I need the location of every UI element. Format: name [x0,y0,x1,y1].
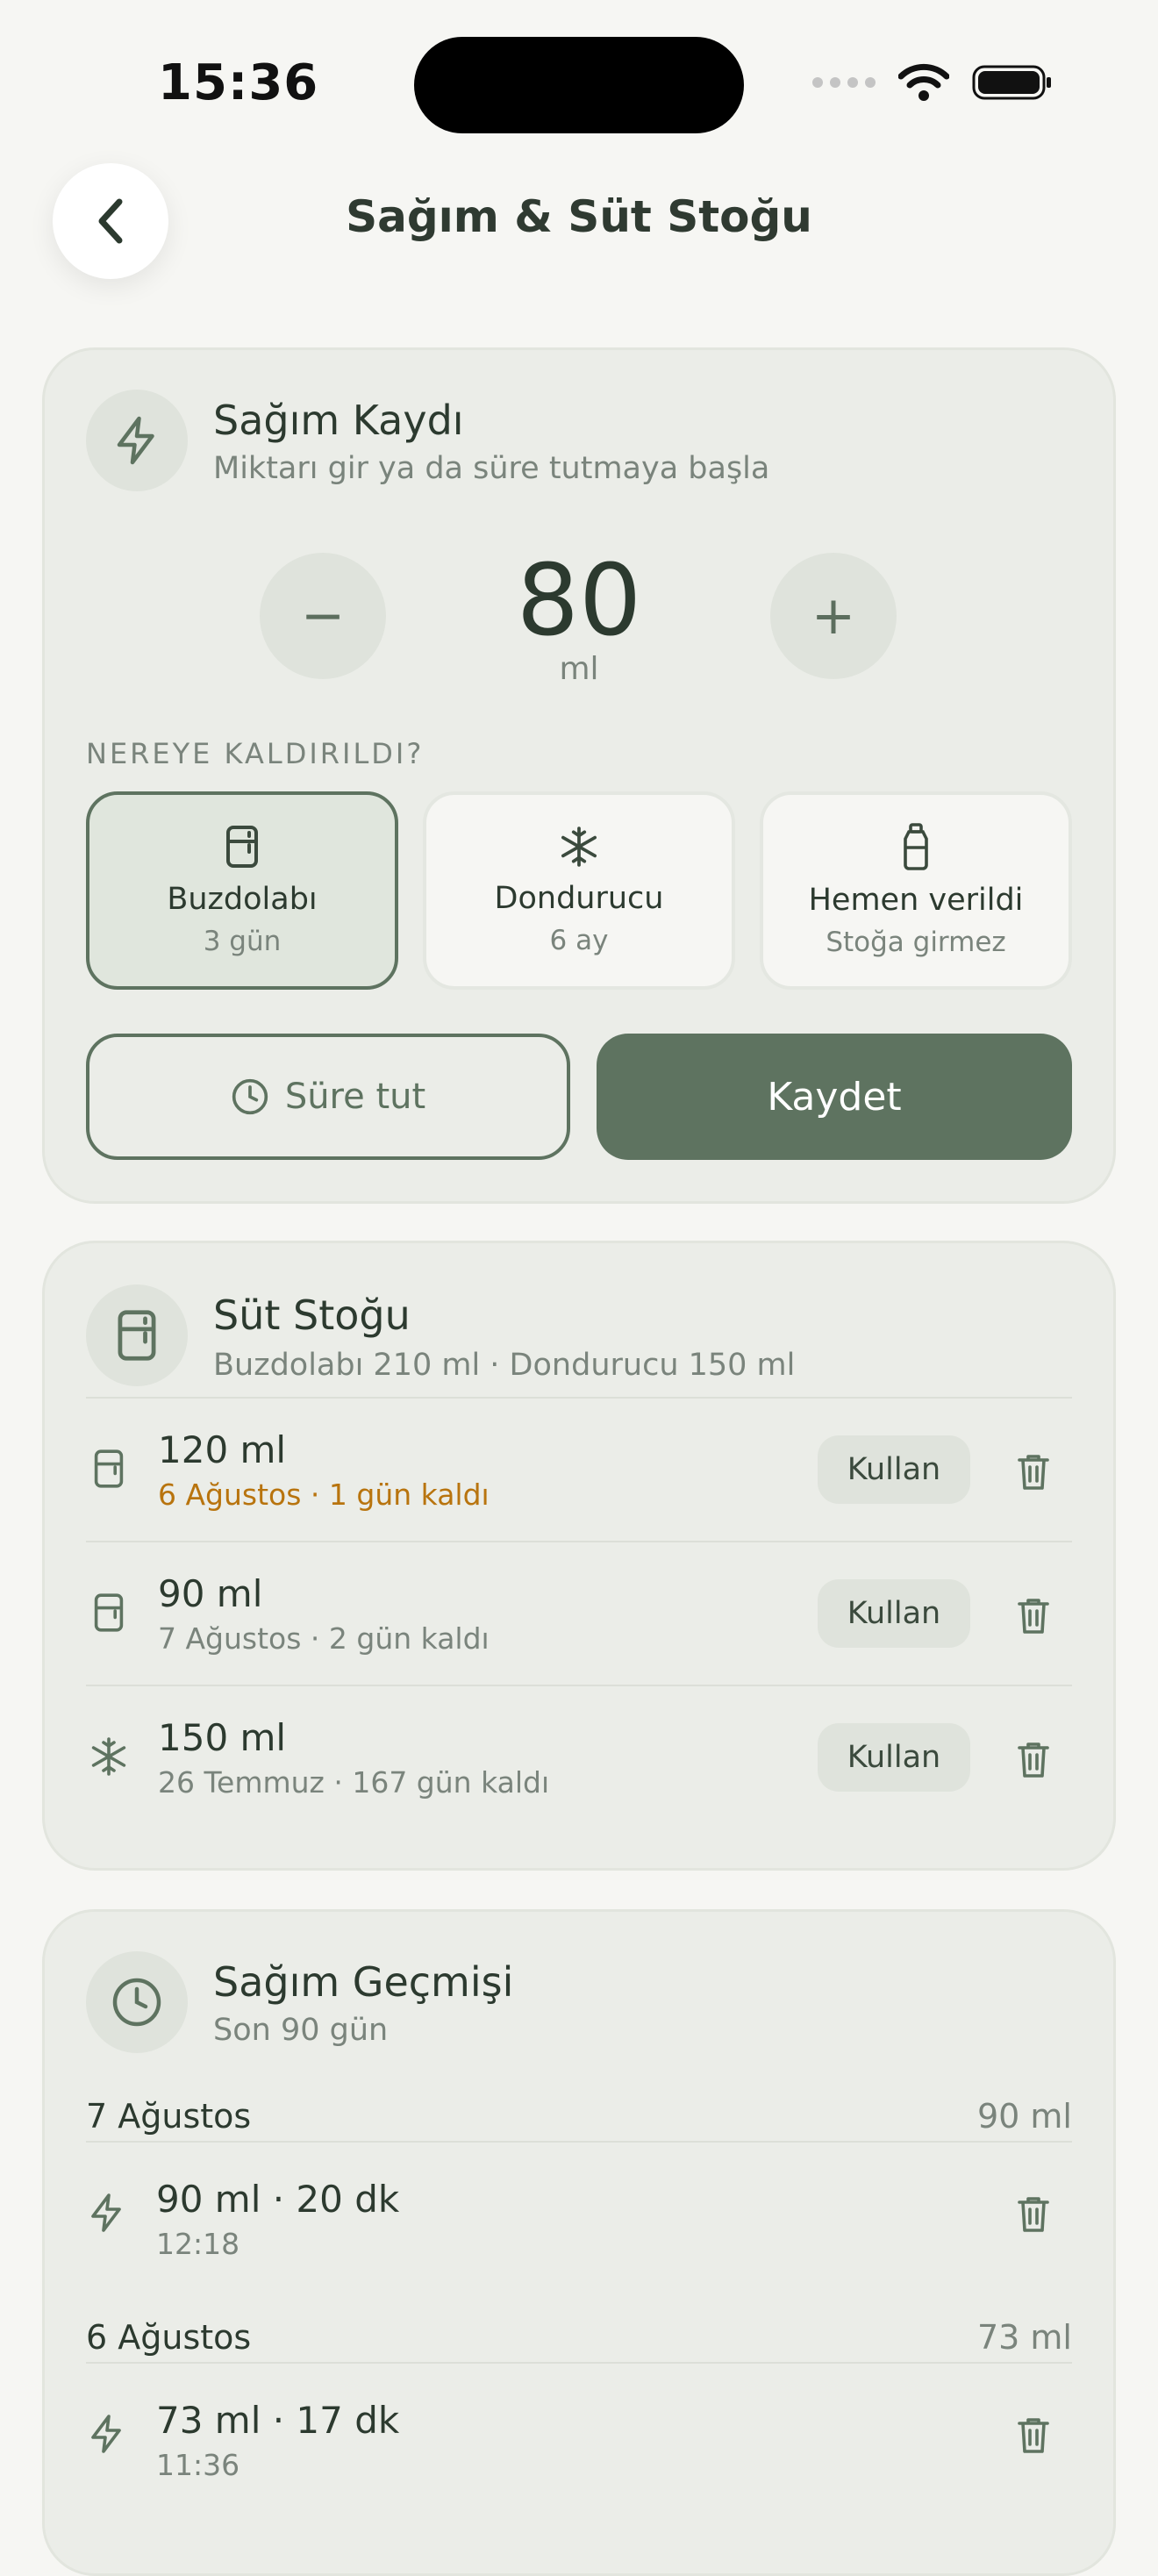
status-icons [812,63,1053,102]
history-entry-summary: 90 ml · 20 dk [156,2178,400,2221]
use-button[interactable]: Kullan [818,1435,970,1504]
pump-card-title: Sağım Kaydı [213,397,464,444]
stock-item-amount: 120 ml [158,1428,287,1471]
use-button[interactable]: Kullan [818,1579,970,1648]
decrease-button[interactable]: − [260,553,386,679]
history-card-title: Sağım Geçmişi [213,1958,514,2006]
history-day-header: 7 Ağustos 90 ml [86,2097,1072,2136]
location-name: Hemen verildi [808,883,1024,918]
save-button[interactable]: Kaydet [597,1034,1072,1160]
amount-unit: ml [559,651,599,687]
wifi-icon [898,63,949,101]
dynamic-island [414,37,744,133]
history-entry: 73 ml · 17 dk 11:36 [86,2364,1072,2504]
minus-label: − [300,585,346,647]
location-option-fridge[interactable]: Buzdolabı 3 gün [86,791,398,990]
stock-item: 90 ml 7 Ağustos · 2 gün kaldı Kullan [86,1542,1072,1685]
stock-item-amount: 90 ml [158,1572,263,1615]
snowflake-icon [91,1737,126,1776]
pump-card-subtitle: Miktarı gir ya da süre tutmaya başla [213,451,770,486]
history-day-header: 6 Ağustos 73 ml [86,2318,1072,2357]
stock-item: 120 ml 6 Ağustos · 1 gün kaldı Kullan [86,1399,1072,1541]
storage-section-label: NEREYE KALDIRILDI? [86,737,425,770]
snowflake-icon [561,826,597,867]
fridge-icon [118,1310,156,1361]
history-entry-time: 12:18 [156,2227,240,2261]
battery-icon [972,65,1051,100]
history-day-total: 73 ml [976,2318,1072,2357]
increase-button[interactable]: + [770,553,897,679]
location-name: Dondurucu [494,881,664,916]
history-entry: 90 ml · 20 dk 12:18 [86,2143,1072,2283]
clock-icon [112,1978,161,2027]
lightning-icon [91,2415,121,2453]
history-entry-summary: 73 ml · 17 dk [156,2399,400,2442]
stock-item-detail: 26 Temmuz · 167 gün kaldı [158,1765,550,1800]
trash-icon[interactable] [1014,1595,1053,1635]
location-name: Buzdolabı [167,882,318,917]
pump-card-icon-wrap [86,390,188,491]
fridge-icon [94,1449,124,1488]
timer-label: Süre tut [284,1077,426,1117]
location-sub: 6 ay [549,925,609,956]
cellular-signal-icon [812,77,876,88]
history-card-icon-wrap [86,1951,188,2053]
use-button[interactable]: Kullan [818,1723,970,1792]
stock-item-detail: 7 Ağustos · 2 gün kaldı [158,1621,490,1656]
clock-icon [232,1078,268,1115]
stock-card-title: Süt Stoğu [213,1292,411,1339]
location-option-freezer[interactable]: Dondurucu 6 ay [423,791,735,990]
stock-item-amount: 150 ml [158,1716,287,1759]
lightning-icon [117,416,154,465]
stock-card-icon-wrap [86,1284,188,1386]
lightning-icon [91,2193,121,2232]
trash-icon[interactable] [1014,2415,1053,2455]
status-time: 15:36 [158,54,319,111]
fridge-icon [94,1593,124,1632]
history-day-date: 7 Ağustos [86,2097,252,2136]
history-card-subtitle: Son 90 gün [213,2013,389,2048]
location-sub: Stoğa girmez [826,927,1006,958]
fridge-icon [226,826,258,868]
history-day-total: 90 ml [976,2097,1072,2136]
location-sub: 3 gün [203,926,282,957]
trash-icon[interactable] [1014,1451,1053,1492]
trash-icon[interactable] [1014,2193,1053,2234]
bottle-icon [904,823,928,870]
stock-card-subtitle: Buzdolabı 210 ml · Dondurucu 150 ml [213,1348,796,1383]
history-entry-time: 11:36 [156,2448,240,2482]
start-timer-button[interactable]: Süre tut [86,1034,570,1160]
location-option-fed-now[interactable]: Hemen verildi Stoğa girmez [760,791,1072,990]
trash-icon[interactable] [1014,1739,1053,1779]
plus-label: + [811,585,856,647]
stock-item-detail: 6 Ağustos · 1 gün kaldı [158,1478,490,1512]
amount-value[interactable]: 80 [447,544,711,658]
history-day-date: 6 Ağustos [86,2318,252,2357]
stock-item: 150 ml 26 Temmuz · 167 gün kaldı Kullan [86,1686,1072,1828]
page-title: Sağım & Süt Stoğu [346,191,812,242]
